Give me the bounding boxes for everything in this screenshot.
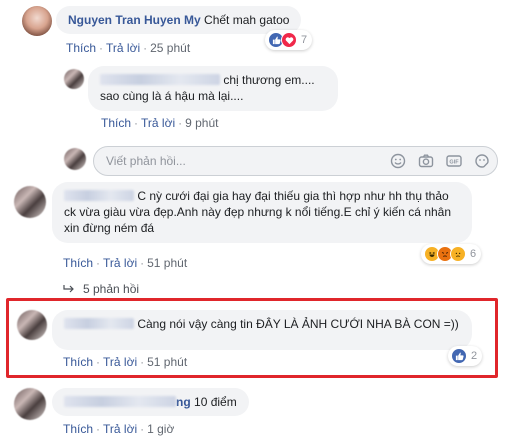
reply-link[interactable]: Trả lời bbox=[141, 116, 175, 130]
reaction-count: 6 bbox=[470, 248, 477, 260]
blurred-author-name[interactable] bbox=[100, 74, 220, 85]
reply-arrow-icon bbox=[63, 285, 74, 293]
comment-bubble: Càng nói vậy càng tin ĐÂY LÀ ẢNH CƯỚI NH… bbox=[52, 310, 472, 350]
comment-actions: Thích · Trả lời · 9 phút bbox=[101, 116, 218, 130]
blurred-author-name[interactable] bbox=[64, 190, 134, 201]
like-reaction-icon bbox=[451, 348, 467, 364]
reaction-summary[interactable]: 6 bbox=[421, 244, 482, 264]
avatar[interactable] bbox=[22, 6, 52, 36]
input-icons: GIF bbox=[389, 152, 491, 170]
blurred-author-name[interactable] bbox=[64, 318, 134, 329]
reaction-summary[interactable]: 7 bbox=[265, 30, 313, 50]
comment-actions: Thích · Trả lời · 1 giờ bbox=[63, 422, 174, 436]
comment-text: Càng nói vậy càng tin ĐÂY LÀ ẢNH CƯỚI NH… bbox=[137, 317, 459, 331]
like-link[interactable]: Thích bbox=[63, 256, 93, 270]
view-replies-link[interactable]: 5 phản hồi bbox=[63, 282, 139, 296]
comment-author-suffix[interactable]: ng bbox=[176, 395, 191, 409]
sad-reaction-icon bbox=[450, 246, 466, 262]
reaction-summary[interactable]: 2 bbox=[448, 346, 483, 366]
gif-icon[interactable]: GIF bbox=[445, 152, 463, 170]
comment-text: Chết mah gatoo bbox=[204, 13, 290, 27]
comment-time[interactable]: 51 phút bbox=[147, 355, 187, 369]
sticker-icon[interactable] bbox=[473, 152, 491, 170]
comment-time[interactable]: 1 giờ bbox=[147, 422, 174, 436]
like-link[interactable]: Thích bbox=[66, 41, 96, 55]
separator-dot: · bbox=[140, 422, 145, 436]
svg-text:GIF: GIF bbox=[449, 160, 459, 166]
like-link[interactable]: Thích bbox=[101, 116, 131, 130]
comment-time[interactable]: 9 phút bbox=[185, 116, 218, 130]
comment-actions: Thích · Trả lời · 51 phút bbox=[63, 256, 187, 270]
like-link[interactable]: Thích bbox=[63, 422, 93, 436]
camera-icon[interactable] bbox=[417, 152, 435, 170]
love-reaction-icon bbox=[281, 32, 297, 48]
view-replies-label: 5 phản hồi bbox=[83, 282, 140, 296]
comment-time[interactable]: 25 phút bbox=[150, 41, 190, 55]
comment-time[interactable]: 51 phút bbox=[147, 256, 187, 270]
separator-dot: · bbox=[134, 116, 139, 130]
comment-actions: Thích · Trả lời · 51 phút bbox=[63, 355, 187, 369]
reaction-count: 2 bbox=[471, 350, 478, 362]
comment-author[interactable]: Nguyen Tran Huyen My bbox=[68, 13, 201, 27]
avatar[interactable] bbox=[14, 388, 46, 420]
comment-bubble: Nguyen Tran Huyen My Chết mah gatoo bbox=[56, 6, 302, 34]
like-link[interactable]: Thích bbox=[63, 355, 93, 369]
reply-input-placeholder: Viết phản hồi... bbox=[106, 154, 186, 168]
avatar bbox=[64, 148, 86, 170]
emoji-icon[interactable] bbox=[389, 152, 407, 170]
separator-dot: · bbox=[140, 256, 145, 270]
avatar[interactable] bbox=[17, 310, 47, 340]
reply-link[interactable]: Trả lời bbox=[103, 422, 137, 436]
separator-dot: · bbox=[178, 116, 183, 130]
separator-dot: · bbox=[143, 41, 148, 55]
reply-input[interactable]: Viết phản hồi... GIF bbox=[93, 146, 498, 176]
reply-link[interactable]: Trả lời bbox=[103, 355, 137, 369]
comment-text: 10 điểm bbox=[194, 395, 237, 409]
reply-link[interactable]: Trả lời bbox=[103, 256, 137, 270]
reply-link[interactable]: Trả lời bbox=[106, 41, 140, 55]
separator-dot: · bbox=[99, 41, 104, 55]
comment-actions: Thích · Trả lời · 25 phút bbox=[66, 41, 190, 55]
separator-dot: · bbox=[96, 256, 101, 270]
avatar[interactable] bbox=[64, 69, 84, 89]
avatar[interactable] bbox=[14, 186, 46, 218]
comment-bubble: ng 10 điểm bbox=[52, 388, 249, 416]
comment-bubble: C nỳ cưới đại gia hay đại thiếu gia thì … bbox=[52, 182, 472, 243]
blurred-author-name[interactable] bbox=[64, 396, 176, 407]
comment-bubble: chị thương em.... sao cùng là á hậu mà l… bbox=[88, 66, 338, 111]
separator-dot: · bbox=[96, 422, 101, 436]
separator-dot: · bbox=[140, 355, 145, 369]
reaction-count: 7 bbox=[301, 34, 308, 46]
separator-dot: · bbox=[96, 355, 101, 369]
